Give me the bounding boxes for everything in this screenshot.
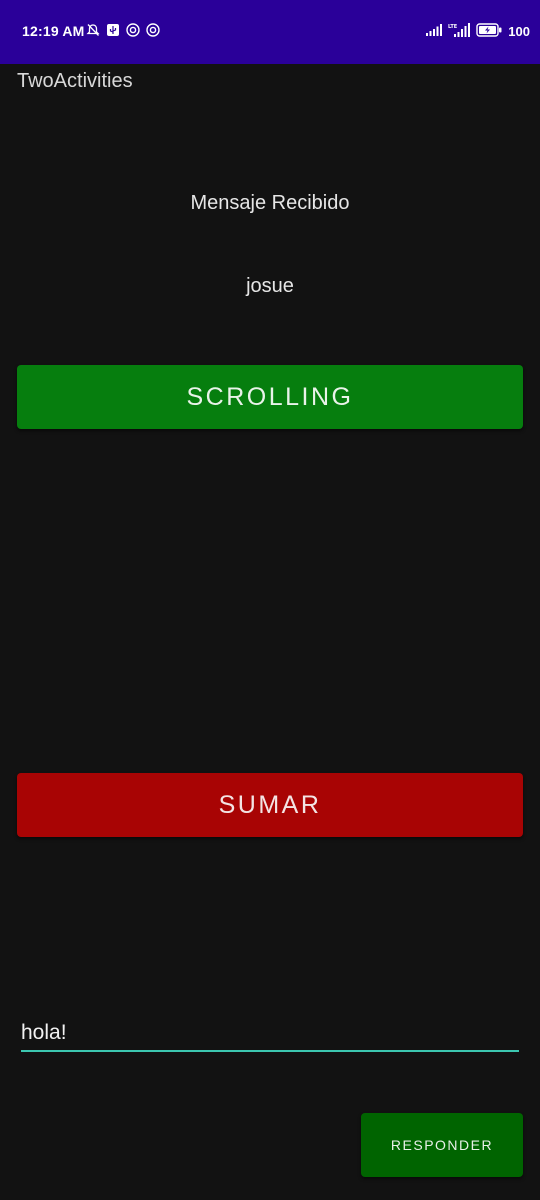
status-system-icons: LTE 100 xyxy=(426,23,530,40)
responder-button[interactable]: RESPONDER xyxy=(361,1113,523,1177)
vpn-icon xyxy=(126,23,140,37)
silent-icon xyxy=(86,23,100,37)
status-notification-icons xyxy=(86,23,160,37)
app-title: TwoActivities xyxy=(17,70,133,92)
signal-icon xyxy=(426,24,443,39)
received-message: josue xyxy=(246,275,294,297)
scrolling-button[interactable]: SCROLLING xyxy=(17,365,523,429)
status-bar: 12:19 AM LTE 100 xyxy=(0,0,540,64)
screen: 12:19 AM LTE 100 TwoActivities Mensaje R… xyxy=(0,0,540,1200)
sync-icon xyxy=(146,23,160,37)
usb-icon xyxy=(106,23,120,37)
battery-charging-icon xyxy=(476,23,502,40)
message-header: Mensaje Recibido xyxy=(190,192,350,214)
status-time: 12:19 AM xyxy=(22,23,85,39)
reply-input[interactable] xyxy=(21,1016,519,1052)
svg-text:LTE: LTE xyxy=(448,24,458,30)
sumar-button[interactable]: SUMAR xyxy=(17,773,523,837)
lte-signal-icon: LTE xyxy=(448,23,471,40)
battery-percentage: 100 xyxy=(508,24,530,39)
